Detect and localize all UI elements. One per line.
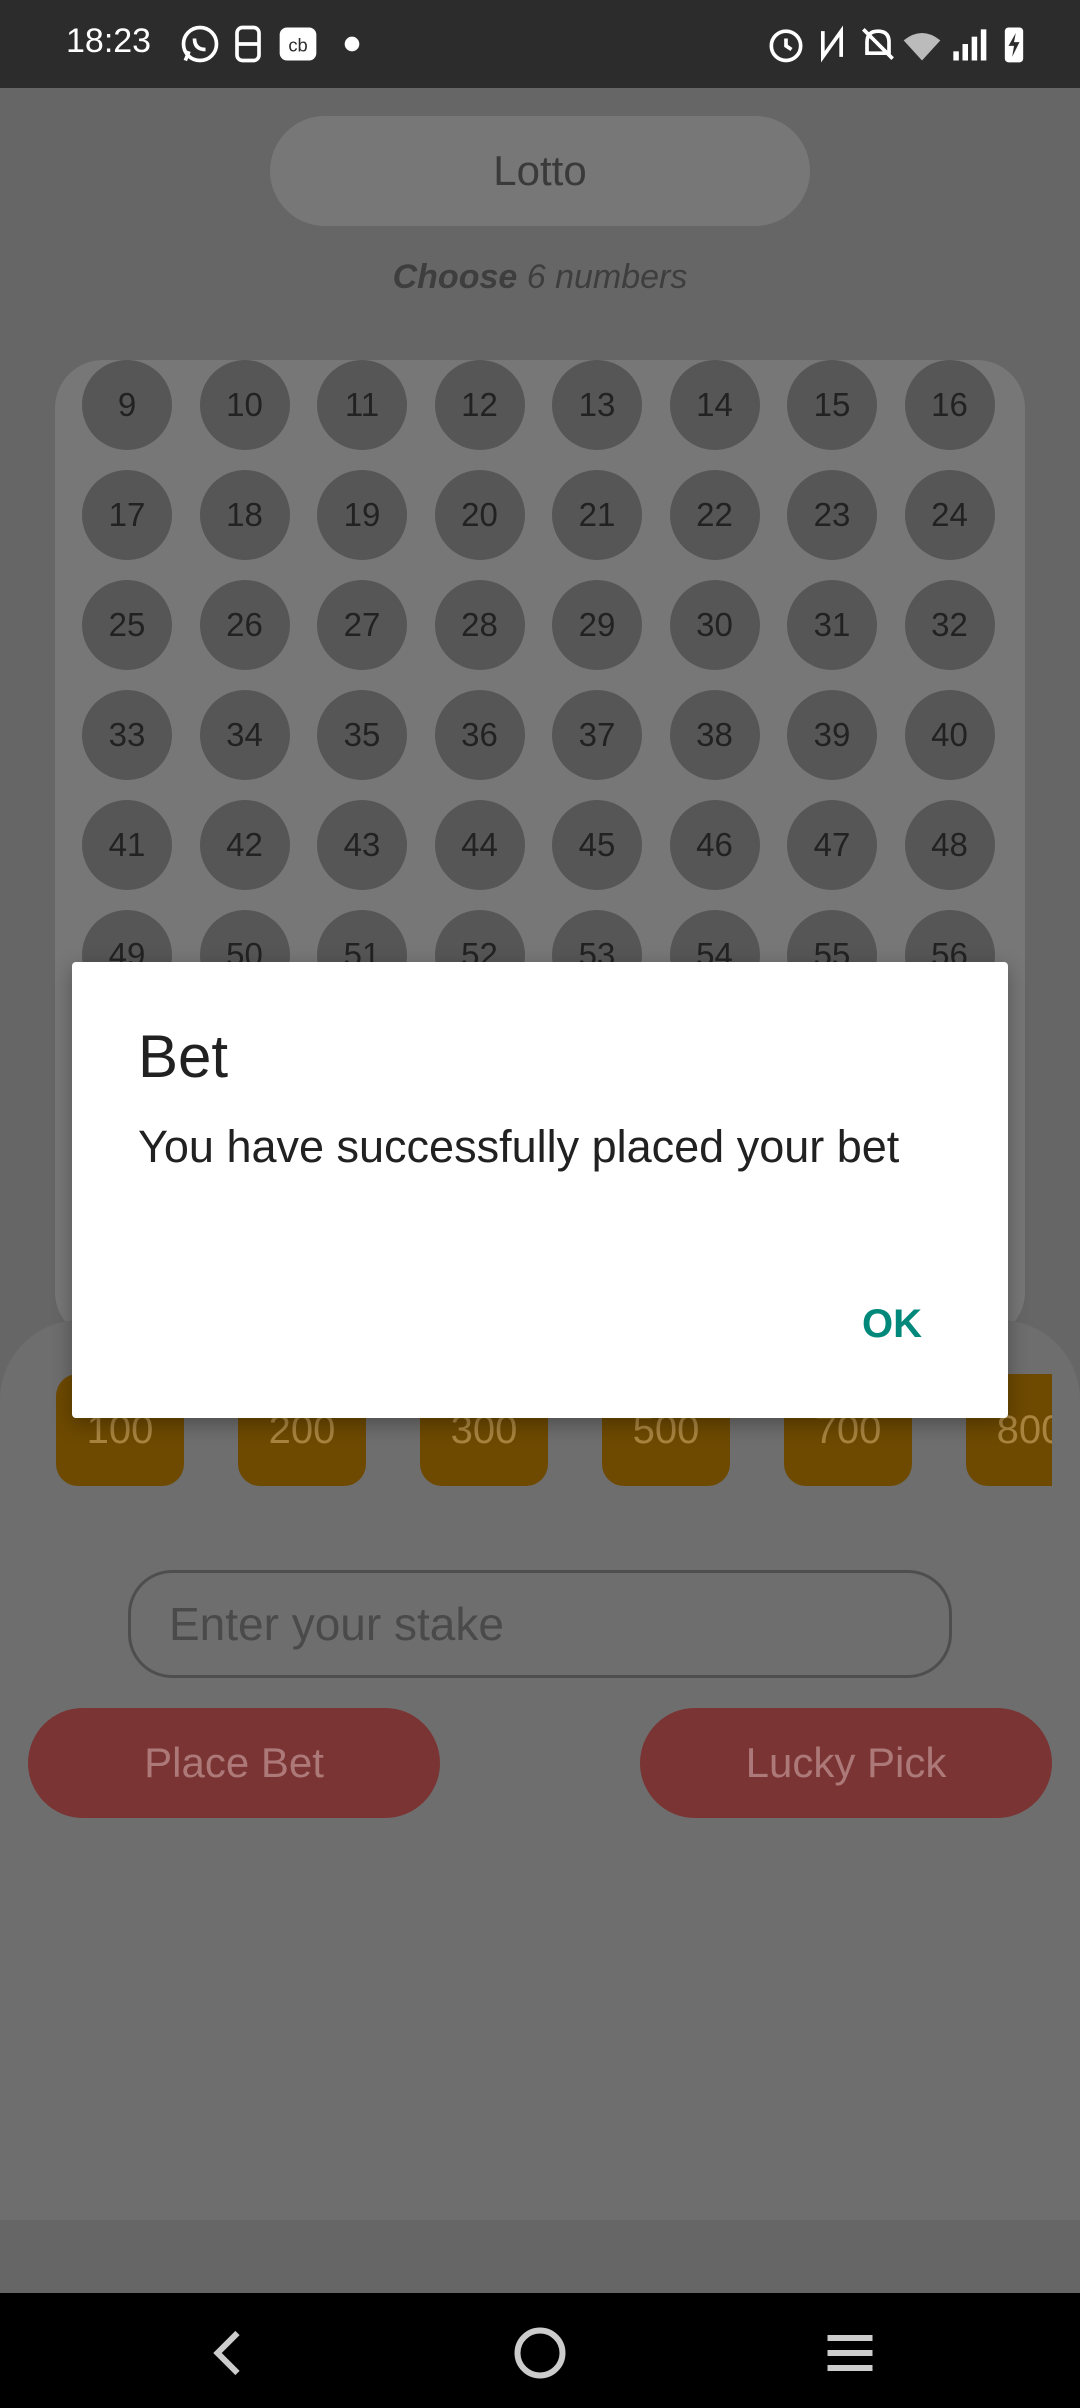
place-bet-button[interactable]: Place Bet	[28, 1708, 440, 1818]
battery-charging-icon	[1004, 27, 1024, 63]
svg-text:cb: cb	[288, 34, 307, 55]
dot-icon	[344, 36, 360, 52]
number-grid: 9 10 11 12 13 14 15 16 17 18 19 20 21 22 23 24 25 26 27 28 2…	[82, 360, 1002, 1000]
nfc-icon	[821, 25, 843, 63]
number-ball[interactable]: 33	[82, 690, 172, 780]
number-ball[interactable]: 28	[434, 580, 525, 670]
number-ball[interactable]: 41	[82, 800, 172, 890]
cb-icon: cb	[279, 27, 317, 61]
number-ball[interactable]: 16	[904, 360, 995, 450]
number-ball[interactable]: 9	[82, 360, 172, 450]
number-ball[interactable]: 22	[669, 470, 760, 560]
whatsapp-icon	[181, 25, 219, 63]
number-ball[interactable]: 15	[787, 360, 877, 450]
app-icon	[235, 25, 261, 63]
dialog-title: Bet	[138, 1023, 229, 1090]
wifi-icon	[903, 33, 941, 61]
number-ball[interactable]: 26	[199, 580, 290, 670]
number-ball[interactable]: 24	[904, 470, 995, 560]
number-ball[interactable]: 27	[317, 580, 407, 670]
number-ball[interactable]: 36	[434, 690, 525, 780]
status-bar: 18:23 cb	[0, 0, 1080, 88]
number-ball[interactable]: 44	[434, 800, 525, 890]
number-ball[interactable]: 10	[199, 360, 290, 450]
dialog-message: You have successfully placed your bet	[138, 1121, 900, 1172]
number-ball[interactable]: 37	[552, 690, 642, 780]
number-ball[interactable]: 45	[552, 800, 642, 890]
signal-icon	[953, 29, 987, 61]
ok-button[interactable]: OK	[862, 1302, 922, 1347]
number-ball[interactable]: 34	[199, 690, 290, 780]
number-ball[interactable]: 17	[82, 470, 172, 560]
number-ball[interactable]: 29	[552, 580, 642, 670]
number-ball[interactable]: 42	[199, 800, 290, 890]
bet-dialog: Bet You have successfully placed your be…	[72, 962, 1008, 1418]
number-ball[interactable]: 20	[434, 470, 525, 560]
number-ball[interactable]: 30	[669, 580, 760, 670]
number-ball[interactable]: 21	[552, 470, 642, 560]
home-icon[interactable]	[510, 2323, 570, 2383]
number-ball[interactable]: 35	[317, 690, 407, 780]
number-ball[interactable]: 46	[669, 800, 760, 890]
number-ball[interactable]: 18	[199, 470, 290, 560]
instruction-rest: 6 numbers	[517, 258, 688, 296]
number-ball[interactable]: 39	[787, 690, 877, 780]
number-ball[interactable]: 32	[904, 580, 995, 670]
number-ball[interactable]: 48	[904, 800, 995, 890]
number-ball[interactable]: 23	[787, 470, 877, 560]
number-ball[interactable]: 14	[669, 360, 760, 450]
number-ball[interactable]: 31	[787, 580, 877, 670]
lucky-pick-button[interactable]: Lucky Pick	[640, 1708, 1052, 1818]
number-ball[interactable]: 38	[669, 690, 760, 780]
number-ball[interactable]: 19	[317, 470, 407, 560]
number-ball[interactable]: 13	[552, 360, 642, 450]
bell-off-icon	[862, 28, 894, 60]
stake-input[interactable]	[128, 1570, 952, 1678]
navigation-bar	[0, 2293, 1080, 2408]
number-ball[interactable]: 25	[82, 580, 172, 670]
alarm-icon	[769, 29, 803, 63]
instruction-bold: Choose	[392, 258, 518, 296]
number-ball[interactable]: 12	[434, 360, 525, 450]
status-time: 18:23	[66, 22, 152, 60]
number-ball[interactable]: 11	[317, 360, 407, 450]
number-ball[interactable]: 47	[787, 800, 877, 890]
number-ball[interactable]: 43	[317, 800, 407, 890]
number-ball[interactable]: 40	[904, 690, 995, 780]
instruction: Choose 6 numbers	[0, 258, 1080, 297]
recents-menu-icon[interactable]	[820, 2323, 880, 2383]
back-icon[interactable]	[200, 2323, 260, 2383]
game-title[interactable]: Lotto	[270, 116, 810, 226]
